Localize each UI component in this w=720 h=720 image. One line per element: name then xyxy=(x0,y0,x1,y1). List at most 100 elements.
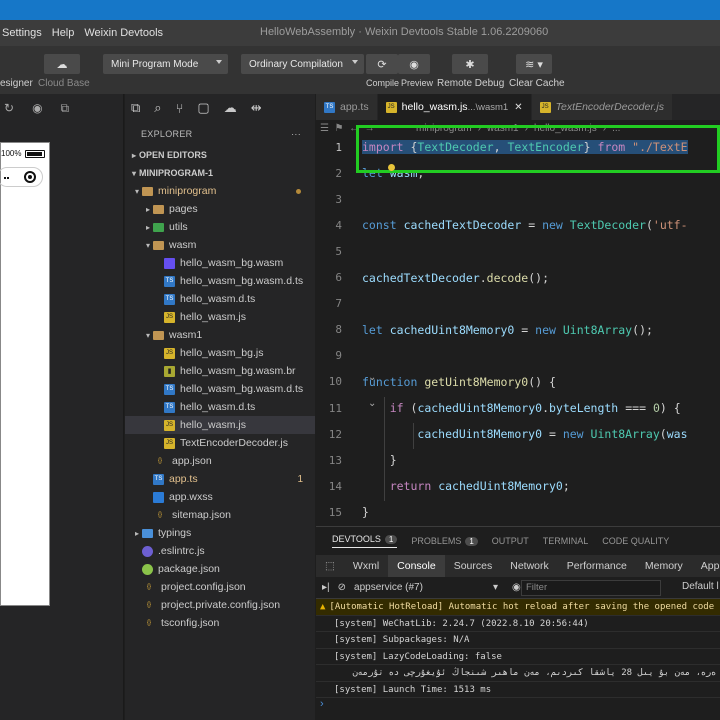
tree-item[interactable]: TS hello_wasm_bg.wasm.d.ts xyxy=(125,272,315,290)
tree-item[interactable]: package.json xyxy=(125,560,315,578)
eye-icon[interactable]: ◉ xyxy=(512,582,521,593)
tree-item[interactable]: TS hello_wasm.d.ts xyxy=(125,290,315,308)
window-icon[interactable]: ⧉ xyxy=(61,101,70,116)
forward-arrow-icon[interactable]: → xyxy=(365,123,375,134)
bookmark-icon[interactable]: ⚑ xyxy=(335,123,344,134)
sidebar-toggle-icon[interactable]: ▸| xyxy=(322,582,330,593)
fold-chevron-icon[interactable]: ⌄ xyxy=(368,398,376,409)
tree-item[interactable]: {} app.json xyxy=(125,452,315,470)
tree-item[interactable]: TS app.ts 1 xyxy=(125,470,315,488)
breadcrumb-item[interactable]: miniprogram xyxy=(416,123,472,134)
open-editors-section[interactable]: ▸ OPEN EDITORS xyxy=(125,146,315,164)
fold-chevron-icon[interactable]: ⌄ xyxy=(368,372,376,383)
project-section[interactable]: ▾ MINIPROGRAM-1 xyxy=(125,164,315,182)
cloud-base-button[interactable]: ☁ xyxy=(44,54,80,74)
files-icon[interactable]: ⧉ xyxy=(131,100,140,116)
editor-tab[interactable]: TS app.ts xyxy=(316,94,378,120)
lightbulb-icon[interactable] xyxy=(388,164,395,171)
breadcrumb-item[interactable]: ... xyxy=(612,123,620,134)
designer-label[interactable]: esigner xyxy=(0,78,33,89)
tree-item[interactable]: JS hello_wasm.js xyxy=(125,416,315,434)
code-line[interactable]: 3 xyxy=(316,188,720,210)
filter-input[interactable]: Filter xyxy=(521,580,661,596)
menu-help[interactable]: Help xyxy=(52,27,75,39)
panel-tab-devtools[interactable]: DEVTOOLS 1 xyxy=(332,534,398,548)
code-line[interactable]: 11 if (cachedUint8Memory0.byteLength ===… xyxy=(316,397,720,419)
close-target-icon[interactable] xyxy=(24,171,36,183)
tree-item[interactable]: ▸ pages xyxy=(125,200,315,218)
tree-item[interactable]: {} tsconfig.json xyxy=(125,614,315,632)
breadcrumb-item[interactable]: hello_wasm.js xyxy=(534,123,597,134)
devtools-tab-memory[interactable]: Memory xyxy=(636,555,692,577)
tree-item[interactable]: ▾ wasm xyxy=(125,236,315,254)
tree-item[interactable]: TS hello_wasm_bg.wasm.d.ts xyxy=(125,380,315,398)
devtools-tab-wxml[interactable]: Wxml xyxy=(344,555,388,577)
tree-item[interactable]: ▸ typings xyxy=(125,524,315,542)
compile-button[interactable]: ⟳ xyxy=(366,54,398,74)
tree-item[interactable]: .eslintrc.js xyxy=(125,542,315,560)
tree-item[interactable]: {} sitemap.json xyxy=(125,506,315,524)
close-icon[interactable]: ✕ xyxy=(514,102,522,113)
code-line[interactable]: 15} xyxy=(316,501,720,523)
panel-tab-terminal[interactable]: TERMINAL xyxy=(543,536,589,546)
code-line[interactable]: 6 cachedTextDecoder.decode(); xyxy=(316,267,720,289)
clear-cache-button[interactable]: ≋ ▾ xyxy=(516,54,552,74)
clear-console-icon[interactable]: ⊘ xyxy=(338,582,346,593)
phone-screen[interactable]: 100% xyxy=(0,142,50,606)
tree-item[interactable]: JS hello_wasm.js xyxy=(125,308,315,326)
code-line[interactable]: 5 xyxy=(316,240,720,262)
back-arrow-icon[interactable]: ← xyxy=(349,123,359,134)
tree-item[interactable]: app.wxss xyxy=(125,488,315,506)
mini-program-capsule[interactable] xyxy=(0,167,43,187)
tree-item[interactable]: ▾ miniprogram xyxy=(125,182,315,200)
devtools-tab-console[interactable]: Console xyxy=(388,555,445,577)
code-line[interactable]: 1 import {TextDecoder, TextEncoder} from … xyxy=(316,136,720,158)
editor-tab[interactable]: JS TextEncoderDecoder.js xyxy=(531,94,673,120)
code-line[interactable]: 13 } xyxy=(316,449,720,471)
source-control-icon[interactable]: ⑂ xyxy=(176,101,184,116)
log-levels-select[interactable]: Default l xyxy=(682,581,719,592)
panel-tab-code-quality[interactable]: CODE QUALITY xyxy=(602,536,669,546)
debug-icon[interactable]: ▢ xyxy=(197,100,209,116)
code-line[interactable]: 10 function getUint8Memory0() { xyxy=(316,371,720,393)
remote-debug-label[interactable]: Remote Debug xyxy=(437,78,504,89)
list-icon[interactable]: ☰ xyxy=(320,123,329,134)
code-line[interactable]: 2 let wasm; xyxy=(316,162,720,184)
code-line[interactable]: 9 xyxy=(316,345,720,367)
remote-debug-button[interactable]: ✱ xyxy=(452,54,488,74)
devtools-tab-appd[interactable]: AppD xyxy=(692,555,720,577)
tree-item[interactable]: ▸ utils xyxy=(125,218,315,236)
tree-item[interactable]: {} project.private.config.json xyxy=(125,596,315,614)
tree-item[interactable]: JS hello_wasm_bg.js xyxy=(125,344,315,362)
record-icon[interactable]: ◉ xyxy=(32,101,42,115)
editor-tab[interactable]: JS hello_wasm.js ...\wasm1 ✕ xyxy=(377,94,532,120)
more-dots-icon[interactable] xyxy=(4,177,6,179)
console-prompt[interactable]: › xyxy=(316,698,720,714)
code-line[interactable]: 12 cachedUint8Memory0 = new Uint8Array(w… xyxy=(316,423,720,445)
tree-item[interactable]: ▮ hello_wasm_bg.wasm.br xyxy=(125,362,315,380)
breadcrumb-item[interactable]: wasm1 xyxy=(487,123,519,134)
devtools-tab-sources[interactable]: Sources xyxy=(445,555,502,577)
code-line[interactable]: 8 let cachedUint8Memory0 = new Uint8Array… xyxy=(316,319,720,341)
code-line[interactable]: 4 const cachedTextDecoder = new TextDecod… xyxy=(316,214,720,236)
tree-item[interactable]: ▾ wasm1 xyxy=(125,326,315,344)
devtools-tab-performance[interactable]: Performance xyxy=(558,555,636,577)
devtools-tab-network[interactable]: Network xyxy=(501,555,558,577)
tree-item[interactable]: {} project.config.json xyxy=(125,578,315,596)
more-actions-icon[interactable]: ··· xyxy=(291,129,301,139)
preview-label[interactable]: Preview xyxy=(401,78,433,88)
menu-weixin-devtools[interactable]: Weixin Devtools xyxy=(84,27,163,39)
compile-label[interactable]: Compile xyxy=(366,78,399,88)
cloud-base-label[interactable]: Cloud Base xyxy=(38,78,90,89)
code-line[interactable]: 14 return cachedUint8Memory0; xyxy=(316,475,720,497)
code-line[interactable]: 7 xyxy=(316,293,720,315)
clear-cache-label[interactable]: Clear Cache xyxy=(509,78,565,89)
search-icon[interactable]: ⌕ xyxy=(154,100,161,116)
inspect-icon[interactable]: ⬚ xyxy=(316,555,344,577)
tree-item[interactable]: JS TextEncoderDecoder.js xyxy=(125,434,315,452)
rotate-icon[interactable]: ↻ xyxy=(4,101,14,115)
panel-tab-problems[interactable]: PROBLEMS 1 xyxy=(411,536,478,546)
menu-settings[interactable]: Settings xyxy=(2,27,42,39)
preview-button[interactable]: ◉ xyxy=(398,54,430,74)
mode-select[interactable]: Mini Program Mode xyxy=(103,54,228,74)
